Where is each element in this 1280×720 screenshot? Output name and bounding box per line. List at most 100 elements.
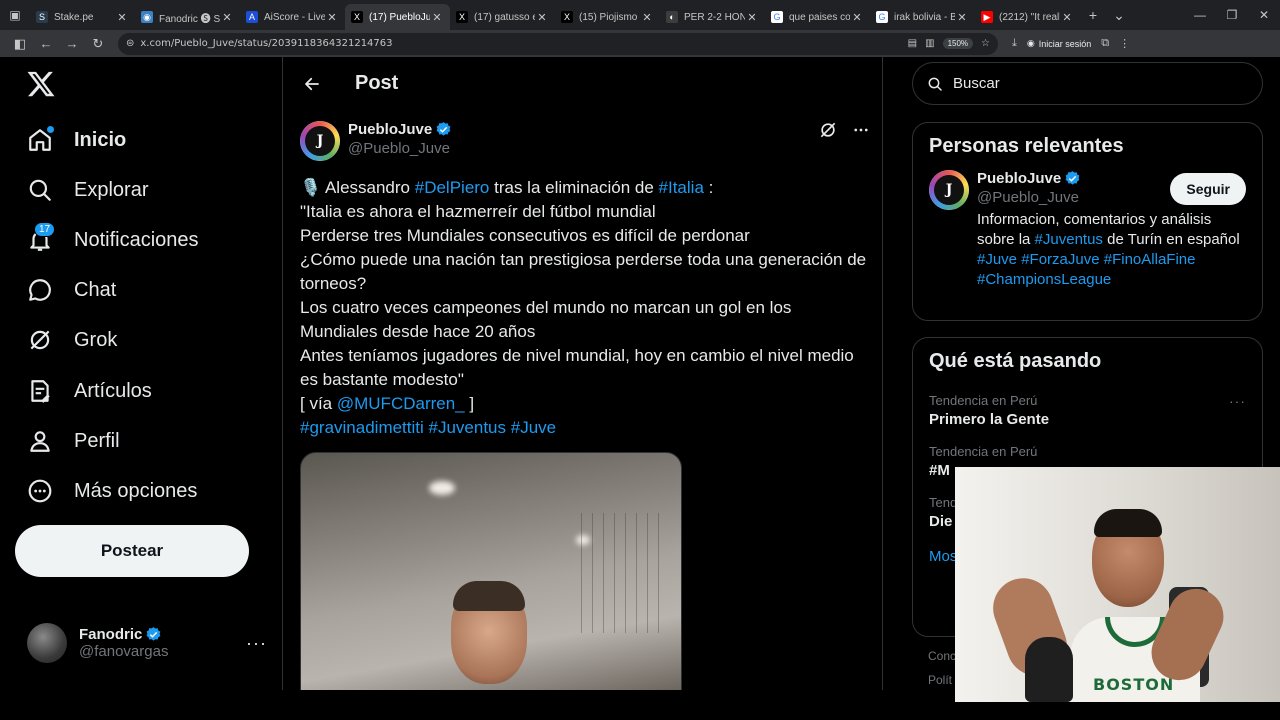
- reload-button[interactable]: ↻: [86, 32, 110, 56]
- more-dots-icon[interactable]: ···: [1229, 393, 1246, 409]
- hashtag-link[interactable]: #ForzaJuve: [1021, 251, 1099, 268]
- avatar: [27, 623, 67, 663]
- hashtag-link[interactable]: #Juve: [977, 251, 1017, 268]
- new-tab-button[interactable]: +: [1080, 0, 1106, 30]
- browser-tab[interactable]: X (17) PuebloJuve en X✕: [345, 4, 450, 30]
- back-arrow-icon[interactable]: [295, 67, 329, 101]
- forward-button[interactable]: →: [60, 32, 84, 56]
- browser-tab[interactable]: Gque paises conforman✕: [765, 4, 870, 30]
- footer-link[interactable]: Polít: [928, 668, 956, 690]
- nav-item-explorar[interactable]: Explorar: [26, 172, 148, 208]
- mention-link[interactable]: @MUFCDarren_: [337, 394, 465, 413]
- more-dots-icon[interactable]: [852, 121, 870, 144]
- trend-item[interactable]: Tendencia en Perú Primero la Gente ···: [913, 385, 1262, 436]
- maximize-button[interactable]: ❐: [1216, 8, 1248, 22]
- minimize-button[interactable]: —: [1184, 8, 1216, 22]
- tweet-line: #gravinadimettiti #Juventus #Juve: [300, 416, 870, 440]
- tweet-line: 🎙️ Alessandro #DelPiero tras la eliminac…: [300, 176, 870, 200]
- hashtag-link[interactable]: #Italia: [659, 178, 704, 197]
- back-button[interactable]: ←: [34, 32, 58, 56]
- tab-close-icon[interactable]: ✕: [115, 11, 129, 24]
- tab-close-icon[interactable]: ✕: [220, 11, 234, 24]
- nav-item-chat[interactable]: Chat: [26, 272, 116, 308]
- favorite-star-icon[interactable]: ☆: [981, 38, 990, 49]
- close-window-button[interactable]: ✕: [1248, 8, 1280, 22]
- browser-tab[interactable]: ◉ Fanodric 🅢 Stake✕: [135, 4, 240, 30]
- tab-search-chevron-icon[interactable]: ⌄: [1106, 0, 1132, 30]
- relevant-person: J PuebloJuve @Pueblo_Juve Informacion, c…: [913, 170, 1262, 290]
- trend-context: Tendencia en Perú: [929, 393, 1038, 408]
- tab-close-icon[interactable]: ✕: [1060, 11, 1074, 24]
- tab-close-icon[interactable]: ✕: [430, 11, 444, 24]
- tab-favicon-icon: G: [876, 11, 888, 23]
- extensions-icon[interactable]: ⧉: [1101, 37, 1109, 50]
- footer-link[interactable]: Conc: [928, 644, 956, 668]
- url-text[interactable]: x.com/Pueblo_Juve/status/203911836432121…: [140, 38, 907, 49]
- browser-tab[interactable]: ◐ PER 2-2 HON | Perú✕: [660, 4, 765, 30]
- tab-actions-icon[interactable]: ▣: [0, 0, 30, 30]
- tab-favicon-icon: G: [771, 11, 783, 23]
- account-switcher[interactable]: Fanodric @fanovargas ···: [27, 621, 267, 665]
- hashtag-link[interactable]: #gravinadimettiti: [300, 418, 424, 437]
- hashtag-link[interactable]: #Juventus: [429, 418, 507, 437]
- nav-label: Perfil: [74, 429, 120, 452]
- author-display-name[interactable]: PuebloJuve: [348, 121, 452, 138]
- notifications-badge: 17: [34, 222, 56, 237]
- follow-button[interactable]: Seguir: [1170, 173, 1246, 205]
- zoom-badge[interactable]: 150%: [942, 38, 974, 49]
- tab-close-icon[interactable]: ✕: [745, 11, 759, 24]
- browser-tab[interactable]: A AiScore - Live Score✕: [240, 4, 345, 30]
- menu-icon[interactable]: ⋮: [1119, 37, 1130, 50]
- post-button[interactable]: Postear: [15, 525, 249, 577]
- browser-tab[interactable]: S Stake.pe ✕: [30, 4, 135, 30]
- account-display-name: Fanodric: [79, 626, 246, 643]
- signin-button[interactable]: ◉ Iniciar sesión: [1027, 38, 1091, 49]
- tab-close-icon[interactable]: ✕: [535, 11, 549, 24]
- immersive-reader-icon[interactable]: ▥: [925, 38, 934, 49]
- browser-tab[interactable]: X (17) gatusso exilio - X✕: [450, 4, 555, 30]
- relevant-bio: Informacion, comentarios y análisis sobr…: [977, 210, 1246, 290]
- download-icon[interactable]: ⤓: [1012, 37, 1017, 50]
- tweet-photo[interactable]: [300, 452, 682, 690]
- relevant-people-panel: Personas relevantes J PuebloJuve @Pueblo…: [912, 122, 1263, 321]
- tab-favicon-icon: ◐: [666, 11, 678, 23]
- bell-icon: 17: [26, 222, 56, 254]
- home-icon: [26, 126, 54, 154]
- nav-item-grok[interactable]: Grok: [26, 322, 117, 358]
- more-dots-icon[interactable]: ···: [246, 633, 267, 654]
- tweet-text-span: [ vía: [300, 394, 337, 413]
- relevant-avatar[interactable]: J: [929, 170, 969, 210]
- panel-title: Qué está pasando: [929, 350, 1102, 372]
- hashtag-link[interactable]: #ChampionsLeague: [977, 271, 1111, 288]
- nav-item-inicio[interactable]: Inicio: [26, 122, 126, 158]
- hashtag-link[interactable]: #FinoAllaFine: [1104, 251, 1196, 268]
- author-avatar[interactable]: J: [300, 121, 340, 161]
- search-input[interactable]: [953, 75, 1233, 92]
- site-info-icon[interactable]: ⊜: [126, 38, 134, 49]
- search-box[interactable]: [912, 62, 1263, 105]
- grok-icon[interactable]: [818, 120, 838, 145]
- signin-label: Iniciar sesión: [1038, 38, 1092, 49]
- browser-tab[interactable]: ▶ (2212) "It really hurt✕: [975, 4, 1080, 30]
- grok-icon: [26, 326, 54, 354]
- nav-item-mas-opciones[interactable]: Más opciones: [26, 473, 197, 509]
- x-logo-icon[interactable]: [26, 69, 56, 99]
- nav-item-articulos[interactable]: Artículos: [26, 373, 152, 409]
- verified-badge-icon: [436, 122, 451, 136]
- browser-tab[interactable]: X (15) Piojismo en X: "✕: [555, 4, 660, 30]
- hashtag-link[interactable]: #DelPiero: [415, 178, 490, 197]
- hashtag-link[interactable]: #Juventus: [1035, 231, 1103, 248]
- tab-close-icon[interactable]: ✕: [640, 11, 654, 24]
- nav-item-notificaciones[interactable]: 17 Notificaciones: [26, 222, 199, 258]
- omnibox[interactable]: ⊜ x.com/Pueblo_Juve/status/2039118364321…: [118, 32, 998, 55]
- reader-mode-icon[interactable]: ▤: [908, 38, 917, 49]
- nav-item-perfil[interactable]: Perfil: [26, 423, 120, 459]
- author-handle[interactable]: @Pueblo_Juve: [348, 140, 452, 157]
- verified-badge-icon: [1065, 171, 1080, 185]
- hashtag-link[interactable]: #Juve: [511, 418, 556, 437]
- browser-tab[interactable]: Girak bolivia - Buscar✕: [870, 4, 975, 30]
- sidebar-toggle-icon[interactable]: ◧: [8, 32, 32, 56]
- tab-close-icon[interactable]: ✕: [325, 11, 339, 24]
- tab-close-icon[interactable]: ✕: [955, 11, 969, 24]
- tab-close-icon[interactable]: ✕: [850, 11, 864, 24]
